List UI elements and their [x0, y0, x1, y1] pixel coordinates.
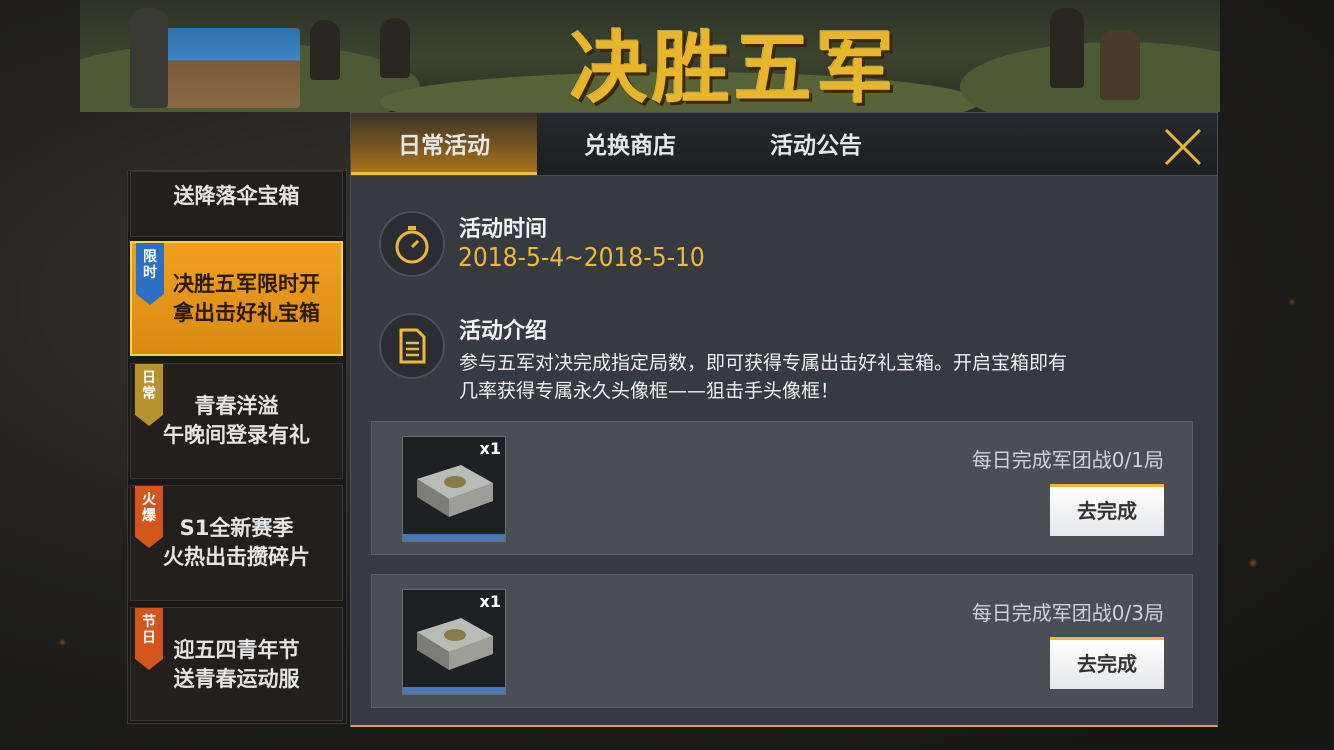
timer-icon — [379, 211, 445, 277]
sidebar-item-label: 送青春运动服 — [173, 667, 300, 691]
ember-decoration — [60, 640, 65, 645]
intro-line: 几率获得专属永久头像框——狙击手头像框！ — [459, 380, 840, 402]
sidebar-item-label: 决胜五军限时开 — [173, 272, 320, 296]
reward-thumbnail: x1 — [402, 436, 506, 542]
soldier-figure — [130, 8, 168, 108]
go-complete-button[interactable]: 去完成 — [1050, 484, 1164, 536]
task-label: 每日完成军团战0/1局 — [971, 448, 1164, 472]
soldier-figure — [310, 20, 340, 80]
airdrop-crate-image — [160, 28, 300, 108]
tab-exchange-shop[interactable]: 兑换商店 — [537, 113, 723, 175]
sidebar-item-label: 拿出击好礼宝箱 — [173, 301, 320, 325]
sidebar-item-parachute[interactable]: 送降落伞宝箱 — [130, 171, 343, 237]
rarity-bar — [403, 687, 505, 694]
reward-quantity: x1 — [479, 439, 501, 458]
sidebar-item-label: 午晚间登录有礼 — [163, 423, 310, 447]
ember-decoration — [1290, 300, 1294, 304]
soldier-figure — [1100, 30, 1140, 100]
sidebar-item-label: 送降落伞宝箱 — [173, 184, 300, 208]
sidebar-item-youth-day[interactable]: 节日 迎五四青年节 送青春运动服 — [130, 607, 343, 721]
sidebar-item-season[interactable]: 火爆 S1全新赛季 火热出击攒碎片 — [130, 485, 343, 601]
document-icon — [379, 313, 445, 379]
sidebar-item-limited[interactable]: 限时 决胜五军限时开 拿出击好礼宝箱 — [130, 241, 343, 356]
banner-hill — [960, 42, 1220, 112]
task-row: x1 每日完成军团战0/3局 去完成 — [371, 574, 1193, 708]
soldier-figure — [1050, 8, 1084, 88]
event-banner: 决胜五军 — [80, 0, 1220, 112]
ember-decoration — [1250, 560, 1256, 566]
soldier-figure — [380, 18, 410, 78]
reward-quantity: x1 — [479, 592, 501, 611]
sidebar-item-label: S1全新赛季 — [179, 516, 294, 540]
activity-intro-title: 活动介绍 — [459, 319, 548, 344]
close-icon — [1164, 128, 1202, 166]
sidebar-item-label: 迎五四青年节 — [173, 638, 300, 662]
tab-bar: 日常活动 兑换商店 活动公告 — [351, 113, 1217, 176]
tab-announcement[interactable]: 活动公告 — [723, 113, 909, 175]
activity-time-title: 活动时间 — [459, 217, 548, 242]
close-button[interactable] — [1163, 127, 1203, 167]
activity-intro-text: 参与五军对决完成指定局数，即可获得专属出击好礼宝箱。开启宝箱即有 几率获得专属永… — [459, 349, 1179, 405]
tab-daily-activity[interactable]: 日常活动 — [351, 113, 537, 175]
intro-line: 参与五军对决完成指定局数，即可获得专属出击好礼宝箱。开启宝箱即有 — [459, 352, 1068, 374]
activity-panel: 日常活动 兑换商店 活动公告 活动时间 2018-5-4~2018-5-10 活… — [350, 112, 1218, 727]
activity-sidebar[interactable]: 送降落伞宝箱 限时 决胜五军限时开 拿出击好礼宝箱 日常 青春洋溢 午晚间登录有… — [127, 170, 347, 724]
rarity-bar — [403, 534, 505, 541]
task-label: 每日完成军团战0/3局 — [971, 601, 1164, 625]
sidebar-item-youth[interactable]: 日常 青春洋溢 午晚间登录有礼 — [130, 363, 343, 479]
reward-thumbnail: x1 — [402, 589, 506, 695]
go-complete-button[interactable]: 去完成 — [1050, 637, 1164, 689]
task-row: x1 每日完成军团战0/1局 去完成 — [371, 421, 1193, 555]
sidebar-item-label: 青春洋溢 — [194, 394, 279, 418]
banner-title: 决胜五军 — [570, 24, 899, 112]
sidebar-item-label: 火热出击攒碎片 — [163, 545, 310, 569]
activity-time-value: 2018-5-4~2018-5-10 — [458, 243, 705, 273]
